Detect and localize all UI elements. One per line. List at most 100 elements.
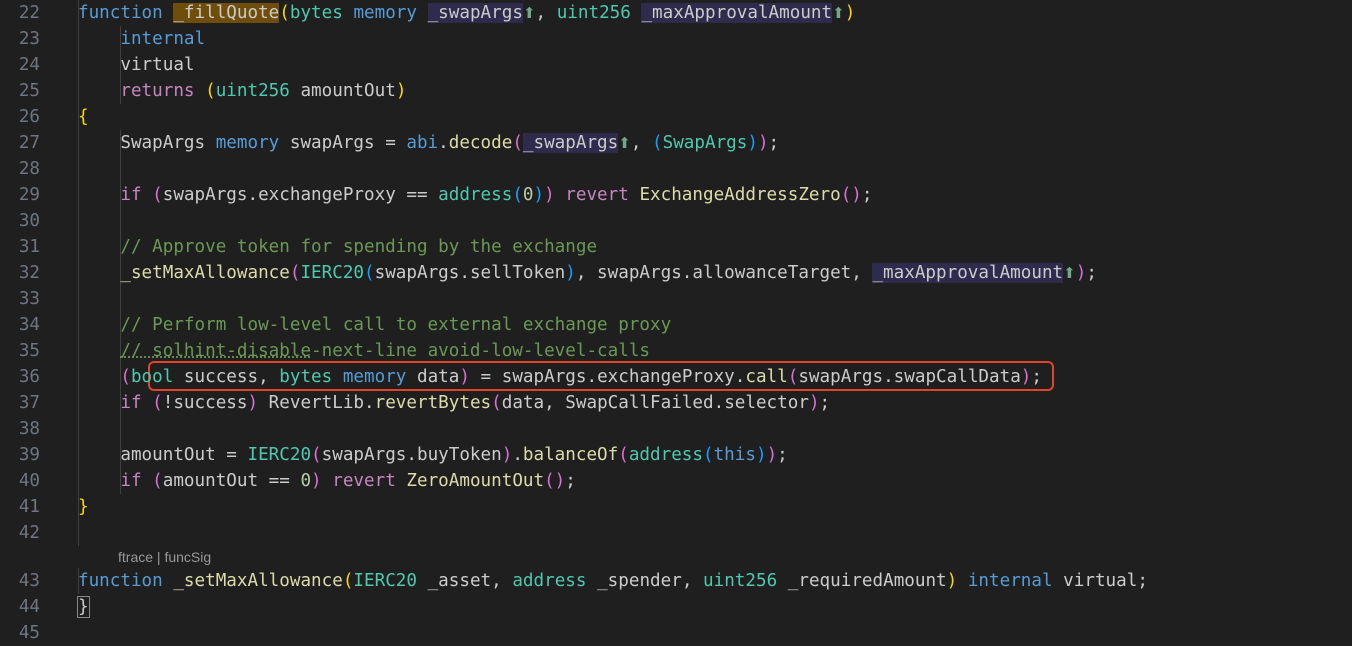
code-line[interactable]: 34 // Perform low-level call to external… <box>0 312 1352 338</box>
code-token: ) <box>247 393 259 413</box>
code-token: virtual <box>78 55 195 75</box>
code-token: 0 <box>522 185 534 205</box>
codelens: ftrace | funcSig <box>118 548 211 566</box>
code-token: _setMaxAllowance <box>120 263 290 283</box>
line-number: 24 <box>18 55 40 75</box>
code-token: _setMaxAllowance <box>173 571 343 591</box>
code-line[interactable]: 23 internal <box>0 26 1352 52</box>
code-token: ) <box>533 185 545 205</box>
codelens-separator: | <box>153 549 165 565</box>
code-line[interactable]: 30 <box>0 208 1352 234</box>
code-token: this <box>713 445 756 465</box>
code-token: memory <box>353 3 417 23</box>
code-token: . <box>438 133 449 153</box>
code-token: ) <box>808 393 820 413</box>
line-number: 25 <box>18 81 40 101</box>
line-number: 35 <box>18 341 40 361</box>
code-line[interactable]: 22 function _fillQuote(bytes memory _swap… <box>0 0 1352 26</box>
code-token: ( <box>152 393 163 413</box>
code-line[interactable]: 28 <box>0 156 1352 182</box>
code-text: if (!success) RevertLib.revertBytes(data… <box>78 390 830 416</box>
code-token: ; <box>777 445 788 465</box>
code-token: amountOut <box>289 81 396 101</box>
code-token: _maxApprovalAmount <box>872 263 1064 283</box>
code-token: if <box>120 471 142 491</box>
line-number: 36 <box>18 367 40 387</box>
code-token: ( <box>279 3 290 23</box>
codelens-ftrace-link[interactable]: ftrace <box>118 549 153 565</box>
code-editor[interactable]: ftrace | funcSig 22 function _fillQuote(b… <box>0 0 1352 643</box>
code-token: memory <box>215 133 280 153</box>
code-token: , swapArgs.allowanceTarget, <box>575 263 873 283</box>
line-number: 34 <box>18 315 40 335</box>
code-line[interactable]: 44} <box>0 594 1352 620</box>
code-text: (bool success, bytes memory data) = swap… <box>78 364 1042 390</box>
code-token: IERC20 <box>247 445 312 465</box>
code-token: amountOut == <box>162 471 301 491</box>
code-token: data, SwapCallFailed.selector <box>501 393 809 413</box>
param-modified-arrow-icon: ⬆ <box>522 4 536 22</box>
code-token: swapArgs.sellToken <box>374 263 566 283</box>
code-line[interactable]: 24 virtual <box>0 52 1352 78</box>
code-token: bool <box>130 367 174 387</box>
code-text: _setMaxAllowance(IERC20(swapArgs.sellTok… <box>78 260 1097 286</box>
code-line[interactable]: 36 (bool success, bytes memory data) = s… <box>0 364 1352 390</box>
code-token: _asset, <box>416 571 513 591</box>
code-token: ) <box>1075 263 1087 283</box>
code-line[interactable]: 38 <box>0 416 1352 442</box>
code-token: function <box>78 571 163 591</box>
code-line[interactable]: 27 SwapArgs memory swapArgs = abi.decode… <box>0 130 1352 156</box>
code-token: ( <box>512 185 523 205</box>
code-line[interactable]: 35 // solhint-disable-next-line avoid-lo… <box>0 338 1352 364</box>
line-number: 39 <box>18 445 40 465</box>
param-modified-arrow-icon: ⬆ <box>618 134 631 152</box>
code-token: ; <box>768 133 780 153</box>
code-text: } <box>77 594 90 620</box>
code-token: IERC20 <box>300 263 365 283</box>
code-token: internal <box>120 29 206 49</box>
code-line[interactable]: 43 function _setMaxAllowance(IERC20 _asse… <box>0 568 1352 594</box>
code-text: if (amountOut == 0) revert ZeroAmountOut… <box>78 468 576 494</box>
code-line[interactable]: 42 <box>0 520 1352 546</box>
line-number: 33 <box>18 289 40 309</box>
code-line[interactable]: 41} <box>0 494 1352 520</box>
code-token: . <box>512 445 523 465</box>
code-line[interactable]: 39 amountOut = IERC20(swapArgs.buyToken)… <box>0 442 1352 468</box>
line-number: 38 <box>18 419 40 439</box>
code-token: , <box>535 3 557 23</box>
code-line[interactable]: 29 if (swapArgs.exchangeProxy == address… <box>0 182 1352 208</box>
code-line[interactable]: 33 <box>0 286 1352 312</box>
code-text: { <box>78 104 89 130</box>
code-token: uint256 <box>556 3 631 23</box>
code-token: _swapArgs <box>522 133 619 153</box>
code-token: decode <box>448 133 513 153</box>
code-token: ( <box>152 471 163 491</box>
code-line[interactable]: 26 { <box>0 104 1352 130</box>
code-line[interactable]: 45 <box>0 620 1352 646</box>
code-token: ) <box>946 571 958 591</box>
code-token: _spender, <box>586 571 704 591</box>
code-text: internal <box>78 26 205 52</box>
code-line[interactable]: 25 returns (uint256 amountOut) <box>0 78 1352 104</box>
code-text: returns (uint256 amountOut) <box>78 78 406 104</box>
code-token: _requiredAmount <box>777 571 947 591</box>
line-number: 43 <box>18 571 40 591</box>
code-token: _swapArgs <box>427 3 523 23</box>
code-line[interactable]: 31 // Approve token for spending by the … <box>0 234 1352 260</box>
codelens-funcsig-link[interactable]: funcSig <box>164 549 211 565</box>
code-token: uint256 <box>703 571 778 591</box>
line-number: 27 <box>18 133 40 153</box>
line-number: 32 <box>18 263 40 283</box>
code-token: ; <box>1086 263 1097 283</box>
code-line[interactable]: 40 if (amountOut == 0) revert ZeroAmount… <box>0 468 1352 494</box>
code-line[interactable]: 32 _setMaxAllowance(IERC20(swapArgs.sell… <box>0 260 1352 286</box>
code-line[interactable]: 37 if (!success) RevertLib.revertBytes(d… <box>0 390 1352 416</box>
code-token: memory <box>342 367 407 387</box>
